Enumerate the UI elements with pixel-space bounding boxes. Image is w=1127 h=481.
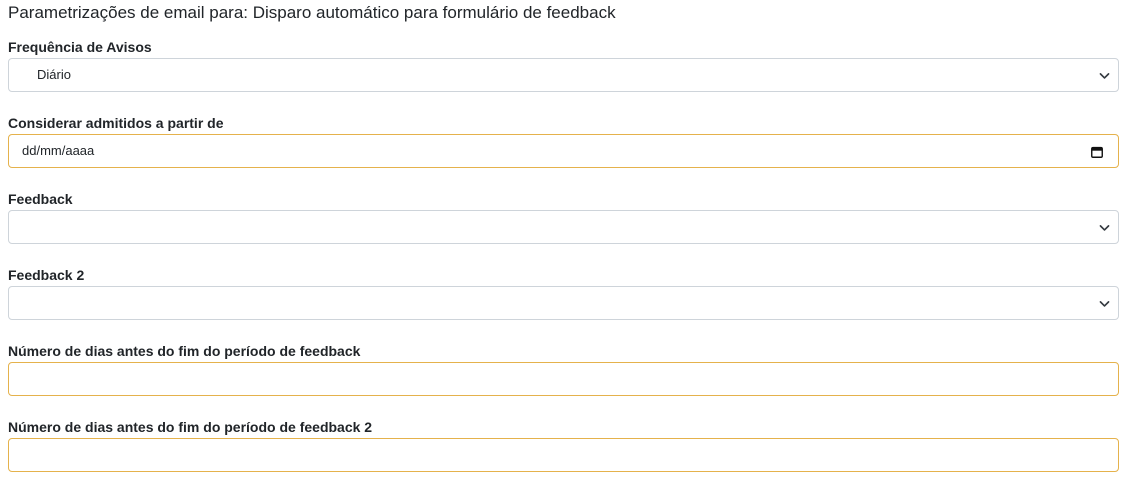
frequencia-select[interactable]: Diário (8, 58, 1119, 92)
admitidos-label: Considerar admitidos a partir de (8, 115, 224, 131)
feedback-label: Feedback (8, 191, 73, 207)
chevron-down-icon (1099, 73, 1110, 79)
admitidos-placeholder: dd/mm/aaaa (22, 143, 95, 158)
page-title: Parametrizações de email para: Disparo a… (8, 3, 616, 22)
admitidos-date-input[interactable]: dd/mm/aaaa (8, 134, 1119, 168)
dias-feedback-label: Número de dias antes do fim do período d… (8, 343, 361, 359)
feedback2-label: Feedback 2 (8, 267, 85, 283)
chevron-down-icon (1099, 301, 1110, 307)
dias-feedback-input[interactable] (8, 362, 1119, 396)
calendar-icon[interactable] (1090, 145, 1104, 159)
chevron-down-icon (1099, 225, 1110, 231)
feedback2-select[interactable] (8, 286, 1119, 320)
frequencia-label: Frequência de Avisos (8, 39, 152, 55)
dias-feedback2-input[interactable] (8, 438, 1119, 472)
dias-feedback2-label: Número de dias antes do fim do período d… (8, 419, 373, 435)
feedback-select[interactable] (8, 210, 1119, 244)
frequencia-selected-value: Diário (37, 67, 71, 82)
